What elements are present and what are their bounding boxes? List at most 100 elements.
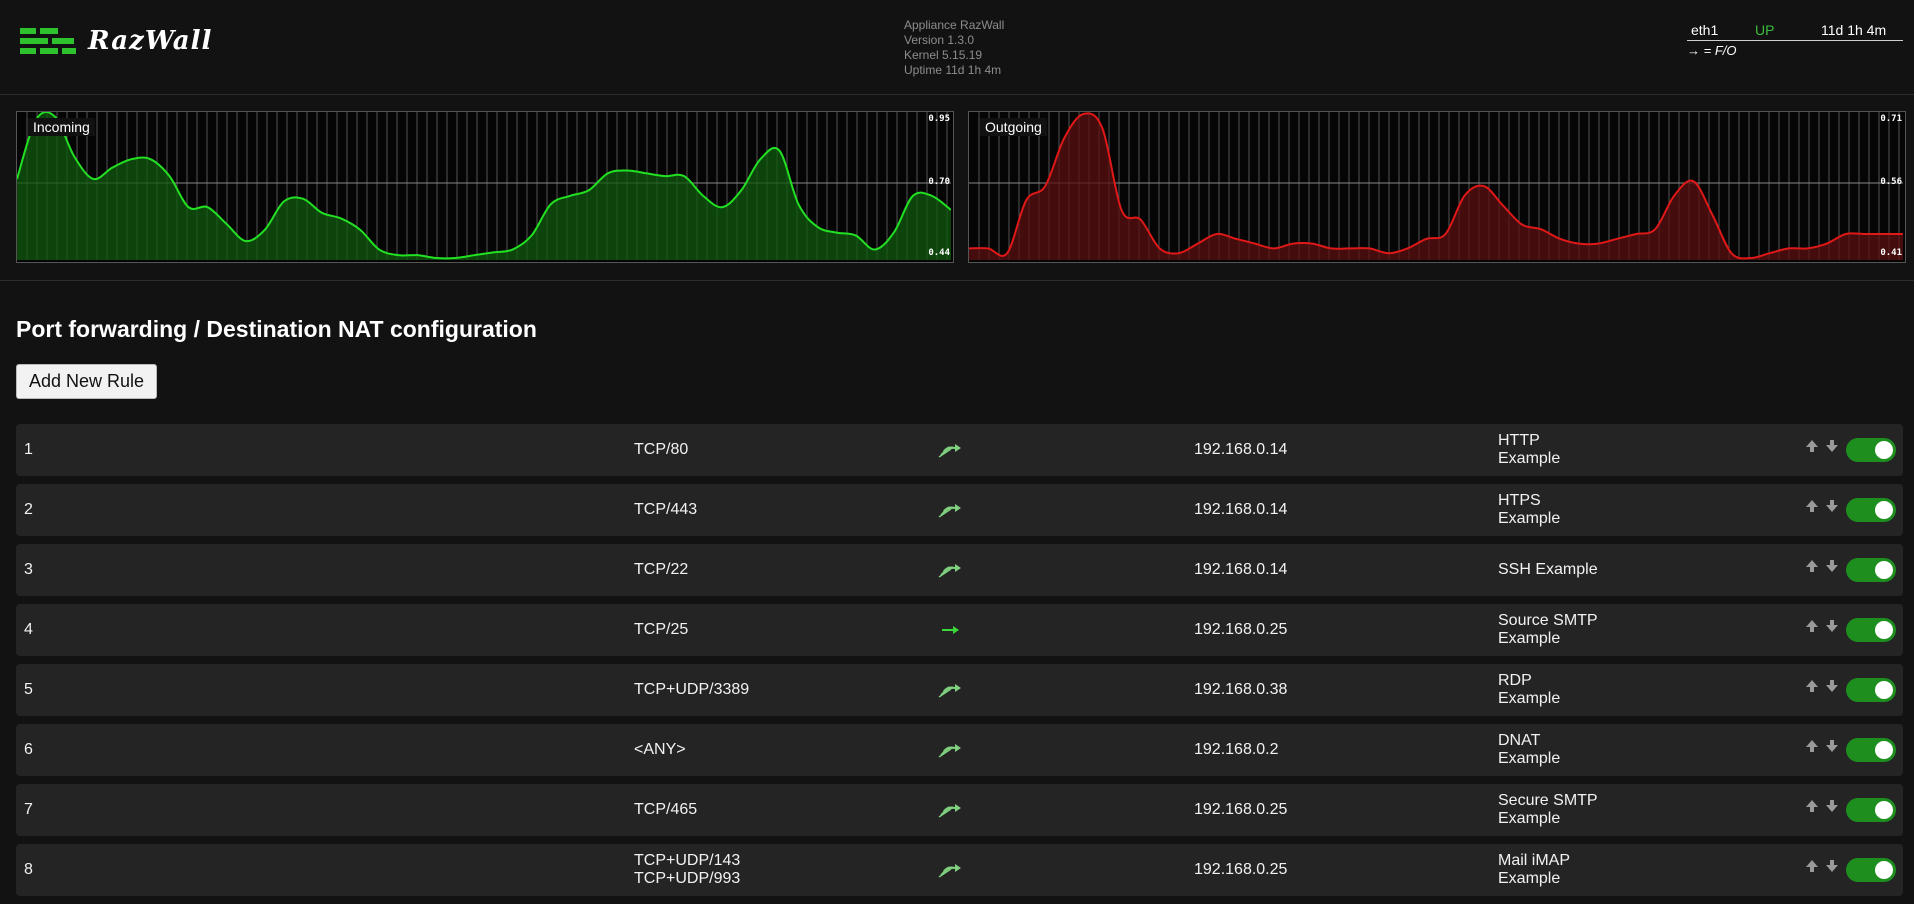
rule-order-controls xyxy=(1804,498,1840,514)
appliance-kernel: Kernel 5.15.19 xyxy=(904,48,983,62)
rule-number: 5 xyxy=(24,681,33,698)
appliance-name: Appliance RazWall xyxy=(904,18,1005,32)
traffic-charts: Incoming 0.95 0.70 0.44 Outgoing 0.71 0.… xyxy=(0,95,1914,281)
move-down-icon[interactable] xyxy=(1824,858,1840,874)
rule-destination-ip: 192.168.0.14 xyxy=(1194,441,1288,458)
forward-failover-icon xyxy=(937,801,963,819)
toggle-knob xyxy=(1875,441,1893,459)
rule-row[interactable]: 3 TCP/22 192.168.0.14 SSH Example xyxy=(16,544,1903,596)
move-up-icon[interactable] xyxy=(1804,858,1820,874)
rule-enable-toggle[interactable] xyxy=(1846,798,1896,822)
forward-failover-icon xyxy=(937,441,963,459)
move-up-icon[interactable] xyxy=(1804,498,1820,514)
move-down-icon[interactable] xyxy=(1824,678,1840,694)
rule-enable-toggle[interactable] xyxy=(1846,498,1896,522)
tick-label: 0.95 xyxy=(928,114,950,124)
rule-description: Example xyxy=(1498,750,1561,767)
rule-row[interactable]: 7 TCP/465 192.168.0.25 Secure SMTP Exampl… xyxy=(16,784,1903,836)
move-up-icon[interactable] xyxy=(1804,798,1820,814)
rule-destination-ip: 192.168.0.25 xyxy=(1194,801,1288,818)
interface-row[interactable]: eth1 UP 11d 1h 4m xyxy=(1687,20,1903,41)
add-new-rule-button[interactable]: Add New Rule xyxy=(16,364,158,399)
move-down-icon[interactable] xyxy=(1824,618,1840,634)
rule-row[interactable]: 1 TCP/80 192.168.0.14 HTTP Example xyxy=(16,424,1903,476)
rule-enable-toggle[interactable] xyxy=(1846,738,1896,762)
move-down-icon[interactable] xyxy=(1824,798,1840,814)
toggle-knob xyxy=(1875,741,1893,759)
toggle-knob xyxy=(1875,621,1893,639)
rule-order-controls xyxy=(1804,618,1840,634)
rule-enable-toggle[interactable] xyxy=(1846,438,1896,462)
interface-name: eth1 xyxy=(1691,22,1719,38)
move-down-icon[interactable] xyxy=(1824,438,1840,454)
outgoing-chart: Outgoing 0.71 0.56 0.41 xyxy=(968,111,1906,263)
rule-port: TCP+UDP/3389 xyxy=(634,681,750,698)
rule-descriptions: Mail iMAP Example xyxy=(1498,852,1570,888)
rule-description: DNAT xyxy=(1498,732,1541,749)
razwall-logo[interactable]: RazWall xyxy=(20,26,212,56)
interface-status-panel: eth1 UP 11d 1h 4m → = F/O xyxy=(1687,20,1903,58)
move-down-icon[interactable] xyxy=(1824,558,1840,574)
rule-port: TCP/465 xyxy=(634,801,698,818)
rule-descriptions: DNAT Example xyxy=(1498,732,1560,768)
rule-number: 3 xyxy=(24,561,33,578)
rule-order-controls xyxy=(1804,558,1840,574)
rule-row[interactable]: 5 TCP+UDP/3389 192.168.0.38 RDP Example xyxy=(16,664,1903,716)
rule-row[interactable]: 8 TCP+UDP/143 TCP+UDP/993 192.168.0.25 Ma… xyxy=(16,844,1903,896)
appliance-version: Version 1.3.0 xyxy=(904,33,975,47)
forward-failover-icon xyxy=(937,861,963,879)
rule-description: Example xyxy=(1498,450,1561,467)
move-up-icon[interactable] xyxy=(1804,678,1820,694)
move-down-icon[interactable] xyxy=(1824,738,1840,754)
move-up-icon[interactable] xyxy=(1804,558,1820,574)
top-header: RazWall Appliance RazWall Version 1.3.0 … xyxy=(0,0,1914,95)
rule-description: Source SMTP xyxy=(1498,612,1598,629)
rule-row[interactable]: 4 TCP/25 192.168.0.25 Source SMTP Example xyxy=(16,604,1903,656)
move-up-icon[interactable] xyxy=(1804,618,1820,634)
rule-ports: TCP+UDP/143 TCP+UDP/993 xyxy=(634,852,740,888)
incoming-chart: Incoming 0.95 0.70 0.44 xyxy=(16,111,954,263)
toggle-knob xyxy=(1875,861,1893,879)
chart-label-incoming: Incoming xyxy=(28,118,95,136)
move-up-icon[interactable] xyxy=(1804,438,1820,454)
rule-descriptions: HTTP Example xyxy=(1498,432,1560,468)
rule-port: <ANY> xyxy=(634,741,686,758)
rule-description: Example xyxy=(1498,810,1561,827)
rule-number: 4 xyxy=(24,621,33,638)
rule-order-controls xyxy=(1804,678,1840,694)
tick-label: 0.56 xyxy=(1880,177,1902,187)
tick-label: 0.44 xyxy=(928,248,950,258)
rule-ports: TCP/22 xyxy=(634,561,688,579)
rule-order-controls xyxy=(1804,438,1840,454)
rule-descriptions: Secure SMTP Example xyxy=(1498,792,1598,828)
move-down-icon[interactable] xyxy=(1824,498,1840,514)
toggle-knob xyxy=(1875,561,1893,579)
rule-ports: TCP/80 xyxy=(634,441,688,459)
rule-destination-ip: 192.168.0.25 xyxy=(1194,621,1288,638)
forward-failover-icon xyxy=(937,501,963,519)
rule-enable-toggle[interactable] xyxy=(1846,678,1896,702)
rule-number: 7 xyxy=(24,801,33,818)
rule-ports: TCP/443 xyxy=(634,501,697,519)
interface-uptime: 11d 1h 4m xyxy=(1821,22,1887,38)
rule-order-controls xyxy=(1804,738,1840,754)
rule-enable-toggle[interactable] xyxy=(1846,618,1896,642)
rule-description: Example xyxy=(1498,630,1561,647)
forward-failover-icon xyxy=(937,741,963,759)
rule-enable-toggle[interactable] xyxy=(1846,858,1896,882)
rule-description: Example xyxy=(1498,510,1561,527)
rule-destination-ip: 192.168.0.25 xyxy=(1194,861,1288,878)
move-up-icon[interactable] xyxy=(1804,738,1820,754)
rule-description: Secure SMTP xyxy=(1498,792,1598,809)
forward-arrow-icon xyxy=(937,621,963,639)
failover-legend: → = F/O xyxy=(1687,43,1737,58)
rule-enable-toggle[interactable] xyxy=(1846,558,1896,582)
incoming-chart-svg xyxy=(17,112,951,260)
rule-row[interactable]: 2 TCP/443 192.168.0.14 HTPS Example xyxy=(16,484,1903,536)
forward-failover-icon xyxy=(937,681,963,699)
rule-ports: <ANY> xyxy=(634,741,686,759)
rules-list: 1 TCP/80 192.168.0.14 HTTP Example 2 TCP/… xyxy=(16,424,1903,904)
page-title: Port forwarding / Destination NAT config… xyxy=(16,316,537,342)
rule-row[interactable]: 6 <ANY> 192.168.0.2 DNAT Example xyxy=(16,724,1903,776)
rule-description: HTPS xyxy=(1498,492,1541,509)
